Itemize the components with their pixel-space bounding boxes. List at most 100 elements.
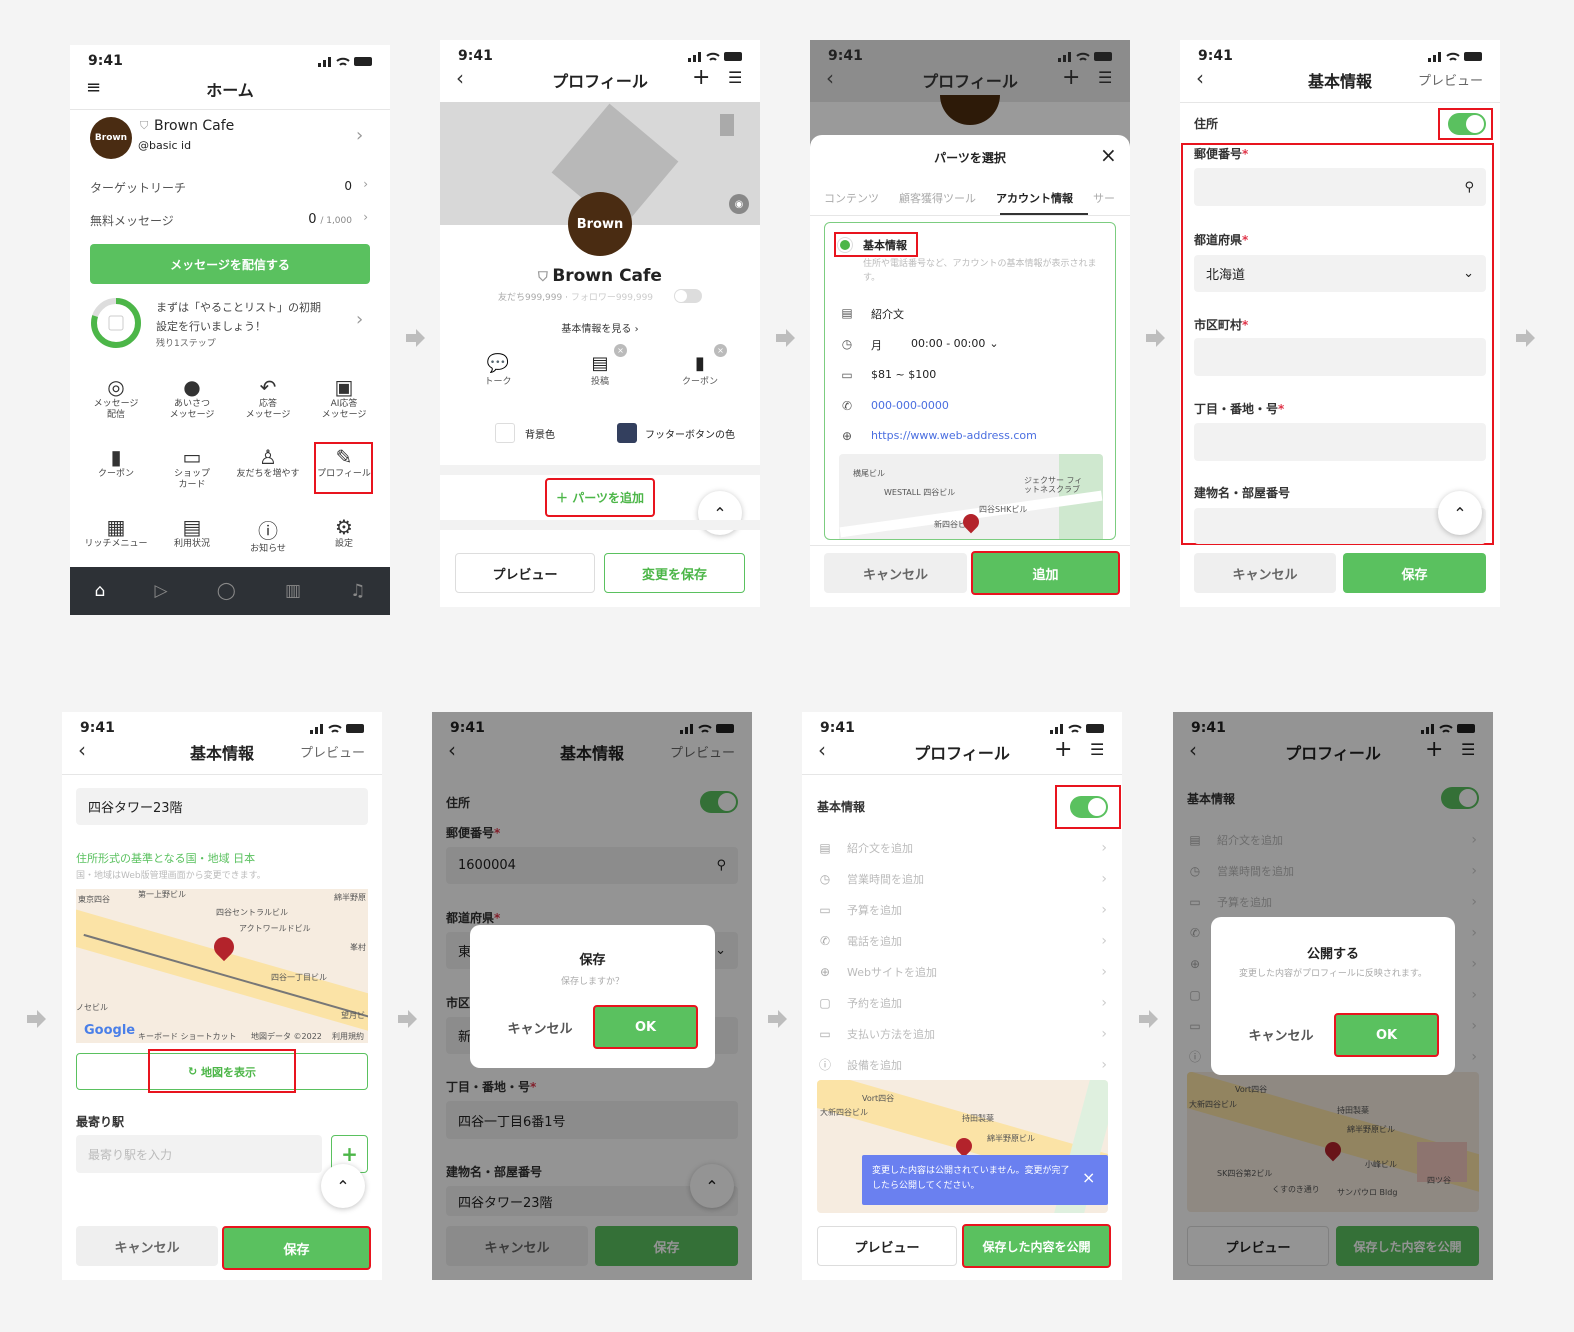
remove-part-icon[interactable]: × [614,344,627,357]
tab-0[interactable]: コンテンツ [824,190,879,206]
todo-card[interactable]: まずは「やることリスト」の初期 設定を行いましょう！ 残り1ステップ › [70,295,390,355]
rich-menu-icon: ▦ [106,515,126,539]
view-basic-info-link[interactable]: 基本情報を見る › [440,320,760,335]
publish-button[interactable]: 保存した内容を公開 [962,1224,1111,1268]
map[interactable]: 横尾ビル WESTALL 四谷ビル ジェクサー フィットネスクラブ 四谷SHKビ… [839,454,1103,539]
background-color-picker[interactable]: 背景色 [495,423,555,443]
map-shortcuts-link[interactable]: キーボード ショートカット [138,1031,237,1042]
followers-toggle[interactable] [674,289,702,303]
tab-home-icon[interactable]: ⌂ [95,581,106,601]
close-icon[interactable]: × [1100,143,1117,167]
flow-arrow-icon [27,1010,46,1028]
website-link[interactable]: https://www.web-address.com [871,429,1037,443]
prefecture-select[interactable]: 北海道 ⌄ [1194,255,1486,292]
list-item[interactable]: ⓘ 設備を追加 › [817,1049,1107,1080]
avatar[interactable]: Brown [568,192,632,256]
cancel-button[interactable]: キャンセル [76,1226,218,1266]
tab-1[interactable]: 顧客獲得ツール [899,190,976,206]
city-input[interactable] [1194,338,1486,376]
add-button[interactable]: 追加 [971,551,1120,595]
feature-label: 設定 [334,539,353,549]
hours-value[interactable]: 00:00 - 00:00 [911,337,985,353]
list-item-label: 予算を追加 [847,903,902,917]
tab-2[interactable]: アカウント情報 [996,190,1073,206]
target-reach-row[interactable]: ターゲットリーチ 0 › [90,177,370,199]
part-post[interactable]: ▤ 投稿 [560,353,640,387]
map-label: 第一上野ビル [138,890,186,899]
feature-broadcast[interactable]: ◎ メッセージ 配信 [78,375,154,445]
color-swatch [617,423,637,443]
tab-play-icon[interactable]: ▷ [155,581,168,601]
list-item[interactable]: ⊕ Webサイトを追加 › [817,956,1107,987]
wallet-icon: ▭ [819,902,831,917]
list-item[interactable]: ▭ 支払い方法を追加 › [817,1018,1107,1049]
tab-bar: ⌂ ▷ ◯ ▥ ♫ [70,567,390,615]
list-item[interactable]: ✆ 電話を追加 › [817,925,1107,956]
preview-button[interactable]: プレビュー [455,553,595,593]
dialog-cancel-button[interactable]: キャンセル [490,1007,590,1047]
plus-icon[interactable]: + [1054,737,1072,762]
plus-icon[interactable]: + [1062,65,1080,90]
scroll-up-button[interactable]: ⌃ [1438,491,1482,535]
building-input[interactable]: 四谷タワー23階 [76,788,368,825]
save-button[interactable]: 保存 [1343,553,1486,593]
account-row[interactable]: Brown ⛉ Brown Cafe @basic id › [70,111,390,167]
feature-robot[interactable]: ▣ AI応答 メッセージ [306,375,382,445]
footer-button-color-picker[interactable]: フッターボタンの色 [617,423,735,443]
feature-add-friend[interactable]: ♙ 友だちを増やす [230,445,306,515]
free-message-label: 無料メッセージ [90,214,174,228]
list-item[interactable]: ▢ 予約を追加 › [817,987,1107,1018]
dialog-ok-button[interactable]: OK [1334,1013,1439,1057]
dialog-cancel-button[interactable]: キャンセル [1231,1014,1331,1054]
status-time: 9:41 [80,720,115,736]
feature-coupon[interactable]: ▮ クーポン [78,445,154,515]
remove-part-icon[interactable]: × [714,344,727,357]
cancel-button[interactable]: キャンセル [1194,553,1336,593]
tab-chat-icon[interactable]: ◯ [217,581,236,601]
part-talk[interactable]: 💬 トーク [458,353,538,387]
search-icon[interactable]: ⚲ [1464,180,1474,195]
close-icon[interactable]: × [1082,1168,1095,1187]
list-item[interactable]: ▭ 予算を追加 › [817,894,1107,925]
feature-shop-card[interactable]: ▭ ショップ カード [154,445,230,515]
save-changes-button[interactable]: 変更を保存 [604,553,745,593]
basic-info-option[interactable]: 基本情報 住所や電話番号など、アカウントの基本情報が表示されます。 ▤ 紹介文 ◷… [824,222,1116,540]
free-message-row[interactable]: 無料メッセージ 0 / 1,000 › [90,210,370,232]
part-label: トーク [484,377,512,387]
map-terms-link[interactable]: 利用規約 [332,1031,364,1042]
send-message-button[interactable]: メッセージを配信する [90,244,370,284]
street-input[interactable] [1194,423,1486,461]
feature-reply[interactable]: ↶ 応答 メッセージ [230,375,306,445]
phone-link[interactable]: 000-000-0000 [871,399,949,413]
map-label: WESTALL 四谷ビル [884,488,956,497]
postal-code-input[interactable]: ⚲ [1194,168,1486,206]
preview-link[interactable]: プレビュー [1418,70,1483,89]
scroll-up-button[interactable]: ⌃ [321,1164,365,1208]
preview-button[interactable]: プレビュー [817,1226,957,1266]
dialog-ok-button[interactable]: OK [593,1005,698,1049]
tab-chart-icon[interactable]: ▥ [285,581,301,601]
menu-icon[interactable]: ☰ [1098,68,1112,87]
nearest-station-input[interactable]: 最寄り駅を入力 [76,1135,322,1173]
menu-icon[interactable]: ☰ [728,68,742,87]
feature-greeting[interactable]: ● あいさつ メッセージ [154,375,230,445]
save-button[interactable]: 保存 [222,1226,371,1270]
alert-icon: ⓘ [818,1058,831,1072]
list-item[interactable]: ◷ 営業時間を追加 › [817,863,1107,894]
chevron-right-icon: › [1101,1056,1107,1073]
preview-link[interactable]: プレビュー [300,742,365,761]
list-item[interactable]: ▤ 紹介文を追加 › [817,832,1107,863]
tab-3[interactable]: サー [1093,190,1115,206]
map[interactable]: 東京四谷 第一上野ビル 四谷セントラルビル アクトワールドビル 四谷一丁目ビル … [76,889,368,1043]
tab-bar: コンテンツ 顧客獲得ツール アカウント情報 サー [824,190,1130,206]
menu-icon[interactable]: ☰ [1090,740,1104,759]
part-coupon[interactable]: ▮ クーポン [660,353,740,387]
camera-icon[interactable]: ◉ [729,194,749,214]
plus-icon[interactable]: + [692,65,710,90]
country-note: 住所形式の基準となる国・地域 日本 [76,852,256,865]
tab-bell-icon[interactable]: ♫ [350,581,365,601]
chevron-down-icon[interactable]: ⌄ [989,337,998,353]
cancel-button[interactable]: キャンセル [824,553,967,593]
divider [802,774,1122,775]
add-parts-button[interactable]: ＋ パーツを追加 [545,478,655,517]
